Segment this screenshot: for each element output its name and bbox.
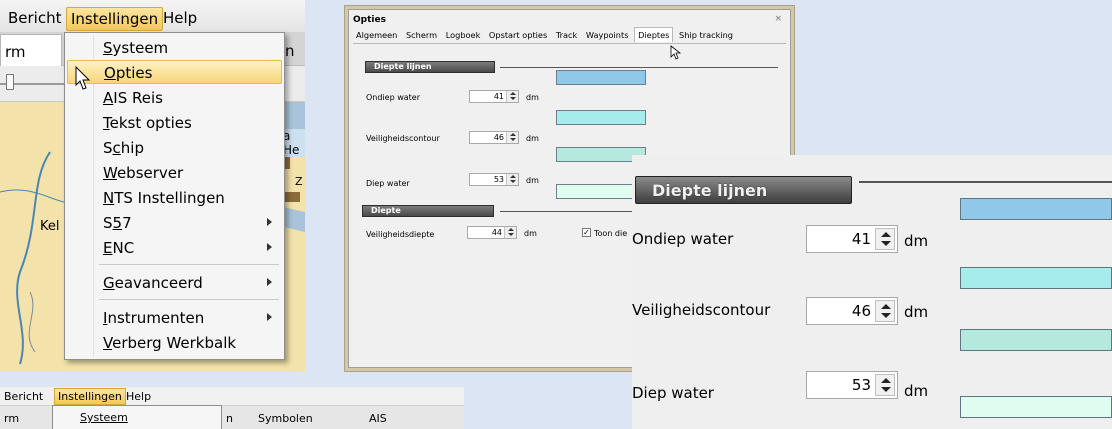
color-swatch-diep-2[interactable] <box>960 396 1112 418</box>
submenu-arrow-icon <box>267 218 272 226</box>
menu-instellingen[interactable]: Instellingen <box>66 7 164 31</box>
map-label-z: Z <box>295 175 303 188</box>
unit-dm: dm <box>526 176 539 185</box>
tab-divider <box>353 43 786 44</box>
menu-item-schip[interactable]: Schip <box>67 136 282 160</box>
menu-item-ais-reis[interactable]: AIS Reis <box>67 86 282 110</box>
menu-item-systeem[interactable]: Systeem <box>80 411 128 424</box>
mouse-cursor-icon <box>75 66 91 90</box>
spinner-arrows-icon[interactable] <box>506 91 518 102</box>
group-header-diepte-lijnen: Diepte lijnen <box>365 61 495 73</box>
menu-item-tekst-opties[interactable]: Tekst opties <box>67 111 282 135</box>
map-label-he: a He <box>283 129 305 157</box>
spinner-arrows-icon[interactable] <box>504 227 516 238</box>
tab-logboek[interactable]: Logboek <box>443 28 484 42</box>
submenu-arrow-icon <box>267 278 272 286</box>
menu-help[interactable]: Help <box>163 9 197 27</box>
menu-item-s57[interactable]: S57 <box>67 211 282 235</box>
label-ondiep-water: Ondiep water <box>366 93 421 102</box>
menu-item-nts-instellingen[interactable]: NTS Instellingen <box>67 186 282 210</box>
slider-thumb[interactable] <box>6 74 14 90</box>
group-line <box>500 67 778 68</box>
menubar: Bericht Instellingen Help <box>0 0 305 32</box>
color-swatch-2[interactable] <box>556 110 646 125</box>
color-swatch-ondiep[interactable] <box>960 198 1112 220</box>
diep-water-spinner[interactable]: 53 <box>806 371 898 399</box>
label-ondiep-water: Ondiep water <box>632 230 734 248</box>
menu-separator <box>99 264 279 265</box>
tab-partial[interactable]: rm <box>4 412 19 425</box>
spinner-arrows-icon[interactable] <box>506 174 518 185</box>
diep-water-spinner[interactable]: 53 <box>469 173 519 186</box>
menu-screenshot: Bericht Instellingen Help rm n Kel a He … <box>0 0 305 372</box>
label-veiligheidsdiepte: Veiligheidsdiepte <box>366 230 435 239</box>
dialog-title: Opties <box>353 15 386 25</box>
dialog-tabs: Algemeen Scherm Logboek Opstart opties T… <box>353 27 736 43</box>
toon-checkbox[interactable]: ✓ <box>582 228 591 237</box>
tab-partial-right[interactable]: n <box>285 42 295 60</box>
ondiep-water-spinner[interactable]: 41 <box>806 225 898 253</box>
unit-dm: dm <box>904 232 929 250</box>
unit-dm: dm <box>904 382 929 400</box>
menu-bericht[interactable]: Bericht <box>8 9 62 27</box>
tab-ship-tracking[interactable]: Ship tracking <box>676 28 736 42</box>
label-diep-water: Diep water <box>632 384 714 402</box>
group-line <box>859 181 1112 183</box>
submenu-arrow-icon <box>267 243 272 251</box>
ondiep-water-spinner[interactable]: 41 <box>469 90 519 103</box>
zoomed-depth-lines: Diepte lijnen Ondiep water 41 dm Veiligh… <box>632 155 1112 429</box>
veiligheidscontour-spinner[interactable]: 46 <box>469 131 519 144</box>
menu-help[interactable]: Help <box>126 390 151 403</box>
tab-dieptes[interactable]: Dieptes <box>634 27 674 42</box>
tab-partial[interactable]: n <box>226 412 233 425</box>
menu-item-systeem[interactable]: Systeem <box>67 36 282 60</box>
menu-item-opties[interactable]: Opties <box>67 60 282 84</box>
tab-waypoints[interactable]: Waypoints <box>583 28 632 42</box>
veiligheidscontour-spinner[interactable]: 46 <box>806 297 898 325</box>
tab-track[interactable]: Track <box>553 28 580 42</box>
unit-dm: dm <box>904 303 929 321</box>
group-header-diepte-lijnen-zoom: Diepte lijnen <box>635 176 852 204</box>
toon-checkbox-label: Toon die <box>594 229 628 238</box>
unit-dm: dm <box>526 93 539 102</box>
label-veiligheidscontour: Veiligheidscontour <box>632 301 771 319</box>
instellingen-dropdown: Systeem Opties AIS Reis Tekst opties Sch… <box>64 32 285 360</box>
spinner-arrows-icon[interactable] <box>875 374 895 396</box>
color-swatch-diep[interactable] <box>960 329 1112 351</box>
group-header-diepte: Diepte <box>362 205 494 217</box>
menu-item-webserver[interactable]: Webserver <box>67 161 282 185</box>
menu-separator <box>99 299 279 300</box>
label-diep-water: Diep water <box>366 179 410 188</box>
tab-ais[interactable]: AIS <box>369 412 387 425</box>
spinner-arrows-icon[interactable] <box>875 300 895 322</box>
mouse-cursor-icon <box>670 45 682 60</box>
unit-dm: dm <box>526 134 539 143</box>
map-label-kel: Kel <box>40 219 60 234</box>
menu-bericht[interactable]: Bericht <box>4 390 43 403</box>
menu-instellingen[interactable]: Instellingen <box>54 388 126 405</box>
tab-opstart-opties[interactable]: Opstart opties <box>486 28 550 42</box>
menu-item-instrumenten[interactable]: Instrumenten <box>67 306 282 330</box>
menubar-small: Bericht Instellingen Help <box>0 387 464 405</box>
color-swatch-1[interactable] <box>556 70 646 85</box>
label-veiligheidscontour: Veiligheidscontour <box>366 134 440 143</box>
tab-algemeen[interactable]: Algemeen <box>353 28 400 42</box>
menu-item-geavanceerd[interactable]: Geavanceerd <box>67 271 282 295</box>
dropdown-small: Systeem <box>52 405 222 429</box>
unit-dm: dm <box>524 229 537 238</box>
tab-scherm[interactable]: Scherm <box>403 28 440 42</box>
close-icon[interactable]: × <box>774 14 782 24</box>
tab-scherm[interactable]: rm <box>0 34 62 66</box>
menubar-strip-screenshot: Bericht Instellingen Help rm n Symbolen … <box>0 387 464 429</box>
menu-item-verberg-werkbalk[interactable]: Verberg Werkbalk <box>67 331 282 355</box>
color-swatch-veiligheidscontour[interactable] <box>960 267 1112 289</box>
spinner-arrows-icon[interactable] <box>506 132 518 143</box>
tab-symbolen[interactable]: Symbolen <box>258 412 313 425</box>
veiligheidsdiepte-spinner[interactable]: 44 <box>467 226 517 239</box>
spinner-arrows-icon[interactable] <box>875 228 895 250</box>
menu-item-enc[interactable]: ENC <box>67 236 282 260</box>
submenu-arrow-icon <box>267 313 272 321</box>
